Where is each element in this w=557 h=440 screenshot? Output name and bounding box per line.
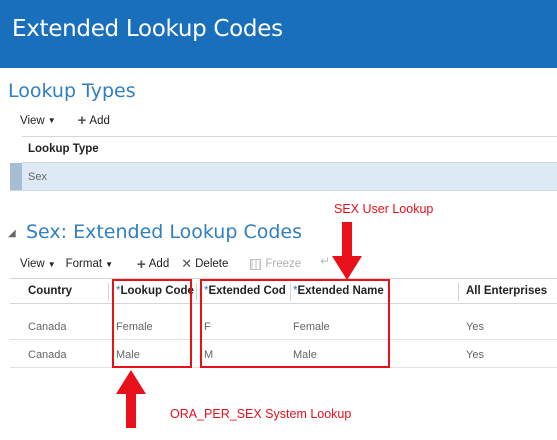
- freeze-button[interactable]: Freeze: [250, 258, 301, 270]
- lookup-code-highlight-box: [112, 279, 192, 368]
- extended-codes-toolbar: View ▼ Format ▼ + Add ✕ Delete Freeze ap: [20, 256, 368, 272]
- format-menu-label: Format: [65, 258, 103, 270]
- column-divider: [196, 283, 197, 301]
- collapse-triangle-icon[interactable]: ◢: [8, 228, 16, 239]
- column-header-lookup-type[interactable]: Lookup Type: [28, 143, 99, 155]
- page-title: Extended Lookup Codes: [12, 16, 283, 42]
- country-cell: Canada: [28, 321, 67, 333]
- country-cell: Canada: [28, 349, 67, 361]
- caret-down-icon: ▼: [47, 116, 56, 125]
- add-code-button[interactable]: + Add: [137, 257, 169, 272]
- add-label: Add: [89, 114, 110, 127]
- view-menu-label: View: [20, 114, 45, 127]
- row-selection-indicator: [10, 163, 22, 190]
- caret-down-icon: ▼: [47, 259, 56, 269]
- column-divider: [458, 283, 459, 301]
- plus-icon: +: [77, 112, 87, 129]
- lookup-types-table-header: Lookup Type: [22, 136, 557, 163]
- caret-down-icon: ▼: [105, 259, 113, 269]
- extended-codes-title: Sex: Extended Lookup Codes: [26, 221, 302, 243]
- delete-label: Delete: [195, 258, 229, 270]
- system-lookup-annotation: ORA_PER_SEX System Lookup: [170, 407, 352, 421]
- column-divider: [108, 283, 109, 301]
- wrap-icon: ↵: [320, 254, 331, 268]
- lookup-types-toolbar: View ▼ + Add: [20, 113, 126, 128]
- add-label: Add: [148, 258, 170, 270]
- up-arrow-icon: [116, 370, 146, 428]
- freeze-label: Freeze: [265, 258, 302, 270]
- lookup-type-cell: Sex: [28, 171, 47, 183]
- view-menu[interactable]: View ▼: [20, 258, 56, 270]
- all-enterprises-cell: Yes: [466, 321, 484, 333]
- column-header-country[interactable]: Country: [28, 285, 72, 297]
- column-header-all-enterprises[interactable]: All Enterprises: [466, 285, 547, 297]
- delete-x-icon: ✕: [181, 256, 193, 271]
- freeze-icon: [250, 258, 262, 270]
- user-lookup-annotation: SEX User Lookup: [334, 202, 434, 216]
- view-menu[interactable]: View ▼: [20, 115, 56, 127]
- format-menu[interactable]: Format ▼: [66, 258, 113, 270]
- page-header: Extended Lookup Codes: [0, 0, 557, 68]
- extended-columns-highlight-box: [200, 279, 390, 368]
- delete-button[interactable]: ✕ Delete: [181, 256, 228, 272]
- down-arrow-icon: [332, 222, 362, 280]
- plus-icon: +: [136, 255, 146, 273]
- all-enterprises-cell: Yes: [466, 349, 484, 361]
- view-menu-label: View: [20, 258, 45, 270]
- add-lookup-type-button[interactable]: + Add: [78, 113, 110, 128]
- table-row[interactable]: Sex: [10, 163, 557, 191]
- lookup-types-title: Lookup Types: [8, 80, 136, 102]
